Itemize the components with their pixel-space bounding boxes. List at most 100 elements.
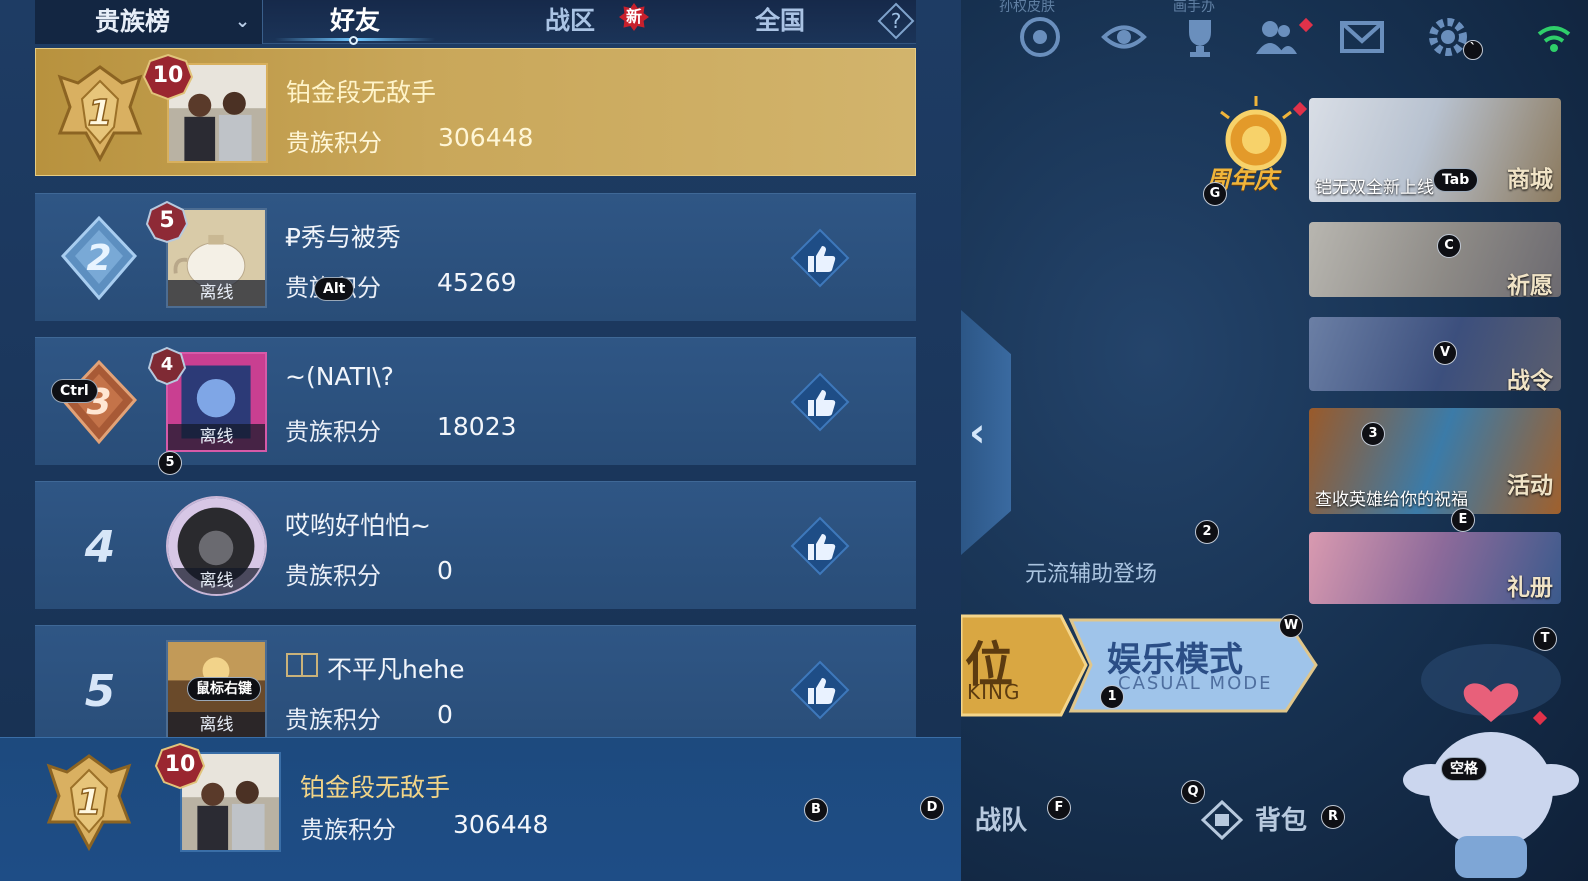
score-label: 贵族积分 [285, 562, 381, 590]
key-hint-2: 2 [1195, 520, 1219, 544]
key-hint-d: D [920, 796, 944, 820]
wifi-icon [1531, 14, 1577, 60]
score-label: 贵族积分 [300, 816, 396, 844]
score-label: 贵族积分 [285, 706, 381, 734]
score-value: 0 [437, 556, 453, 585]
key-hint-backtick: ` [1463, 40, 1483, 60]
like-button[interactable] [790, 372, 850, 432]
player-avatar[interactable]: 离线 [166, 496, 267, 596]
noble-level: 10 [164, 752, 196, 777]
eye-icon[interactable] [1101, 14, 1147, 60]
noble-level-badge: 5 [139, 198, 195, 246]
leaderboard-panel: 贵族榜 ⌄ 好友 战区 新 全国 ? 1 10 铂金段无敌手 贵族积分 3064… [0, 0, 961, 881]
gift-book-label: 礼册 [1507, 575, 1553, 601]
key-hint-5: 5 [158, 451, 182, 475]
rank-number: 5 [84, 666, 116, 717]
mail-icon[interactable] [1339, 14, 1385, 60]
chevron-left-icon: ‹ [969, 410, 986, 456]
bag-label: 背包 [1255, 806, 1308, 836]
noble-level-badge: 4 [139, 342, 195, 390]
tab-national[interactable]: 全国 [715, 0, 845, 44]
shop-label: 商城 [1507, 167, 1553, 193]
gift-book-banner[interactable]: 礼册 [1309, 532, 1561, 604]
key-hint-tab: Tab [1433, 168, 1479, 192]
shop-caption: 铠无双全新上线 [1315, 178, 1434, 198]
my-name: 铂金段无敌手 [300, 773, 451, 802]
silver-rank-emblem-icon: 2 [60, 215, 138, 301]
target-icon[interactable] [1017, 14, 1063, 60]
board-type-label: 贵族榜 [95, 7, 171, 36]
events-banner[interactable]: 活动 查收英雄给你的祝福 3 [1309, 408, 1561, 514]
key-hint-3: 3 [1361, 422, 1385, 446]
noble-level-badge: 10 [152, 742, 208, 790]
svg-text:?: ? [891, 9, 902, 33]
offline-label: 离线 [168, 712, 265, 738]
leaderboard-row-2[interactable]: 2 离线 5 ₽秀与被秀 贵族积分 45269 Alt [35, 193, 916, 321]
key-hint-c: C [1437, 234, 1461, 258]
key-hint-space: 空格 [1441, 757, 1487, 781]
rank-number: 4 [84, 522, 116, 573]
like-button[interactable] [790, 516, 850, 576]
leaderboard-row-5[interactable]: 5 离线 鼠标右键 不平凡hehe 贵族积分 0 [35, 625, 916, 753]
svg-text:2: 2 [86, 238, 111, 279]
noble-level-badge: 10 [140, 53, 196, 101]
svg-text:1: 1 [87, 93, 112, 134]
friends-icon[interactable] [1253, 14, 1299, 60]
score-value: 306448 [438, 123, 534, 152]
casual-mode-subtitle: CASUAL MODE [1118, 673, 1273, 694]
team-label: 战队 [975, 806, 1028, 836]
key-hint-w: W [1279, 614, 1303, 638]
score-value: 45269 [437, 268, 517, 297]
offline-label: 离线 [168, 280, 265, 306]
key-hint-b: B [804, 798, 828, 822]
promo-text[interactable]: 元流辅助登场 [1025, 556, 1157, 588]
leaderboard-row-4[interactable]: 4 离线 哎哟好怕怕~ 贵族积分 0 [35, 481, 916, 609]
like-button[interactable] [790, 660, 850, 720]
shop-banner[interactable]: 商城 铠无双全新上线 Tab [1309, 98, 1561, 202]
noble-level: 4 [160, 354, 174, 375]
bag-button[interactable]: 背包 [1255, 800, 1307, 837]
my-rank-bar: 1 10 铂金段无敌手 贵族积分 306448 B D [0, 737, 961, 881]
key-hint-t: T [1533, 627, 1557, 651]
score-label: 贵族积分 [285, 418, 381, 446]
key-hint-v: V [1433, 341, 1457, 365]
wish-banner[interactable]: 祈愿 C [1309, 222, 1561, 297]
battle-pass-banner[interactable]: 战令 V [1309, 317, 1561, 391]
friends-notification-dot [1298, 17, 1314, 33]
noble-level: 5 [159, 208, 175, 233]
leaderboard-tabs: 贵族榜 ⌄ 好友 战区 新 全国 ? [35, 0, 916, 45]
noble-level: 10 [152, 63, 184, 88]
game-screen: 贵族榜 ⌄ 好友 战区 新 全国 ? 1 10 铂金段无敌手 贵族积分 3064… [0, 0, 1588, 881]
trophy-icon[interactable] [1177, 14, 1223, 60]
offline-label: 离线 [168, 568, 265, 594]
leaderboard-row-3[interactable]: 3 离线 4 ~(NATI\? 贵族积分 18023 Ctrl 5 [35, 337, 916, 475]
score-value: 0 [437, 700, 453, 729]
key-hint-g: G [1203, 182, 1227, 206]
player-name: ~(NATI\? [285, 362, 394, 391]
battle-pass-label: 战令 [1507, 368, 1553, 391]
help-icon[interactable]: ? [877, 2, 915, 40]
book-icon [286, 653, 318, 677]
like-button[interactable] [790, 228, 850, 288]
collapse-panel-button[interactable]: ‹ [961, 310, 1011, 555]
tab-region[interactable]: 战区 [505, 0, 635, 44]
player-name: 哎哟好怕怕~ [285, 511, 431, 540]
team-button[interactable]: 战队 [975, 800, 1027, 837]
top-toolbar: 孙权皮肤 画手办 ` [961, 0, 1588, 75]
svg-text:1: 1 [76, 782, 101, 823]
key-hint-alt: Alt [314, 277, 355, 301]
chevron-down-icon: ⌄ [235, 11, 251, 32]
board-type-dropdown[interactable]: 贵族榜 ⌄ [35, 0, 263, 44]
key-hint-right-click: 鼠标右键 [187, 677, 261, 701]
wish-label: 祈愿 [1507, 273, 1553, 297]
events-caption: 查收英雄给你的祝福 [1315, 490, 1468, 510]
ranked-mode-sub: KING [967, 680, 1021, 704]
mascot-character-icon[interactable] [1391, 640, 1588, 881]
key-hint-1: 1 [1100, 685, 1124, 709]
score-label: 贵族积分 [286, 129, 382, 157]
leaderboard-row-1[interactable]: 1 10 铂金段无敌手 贵族积分 306448 [35, 48, 916, 176]
player-name: ₽秀与被秀 [285, 223, 401, 252]
score-value: 18023 [437, 412, 517, 441]
gold-rank-emblem-icon: 1 [46, 754, 132, 852]
my-score: 306448 [453, 810, 549, 839]
